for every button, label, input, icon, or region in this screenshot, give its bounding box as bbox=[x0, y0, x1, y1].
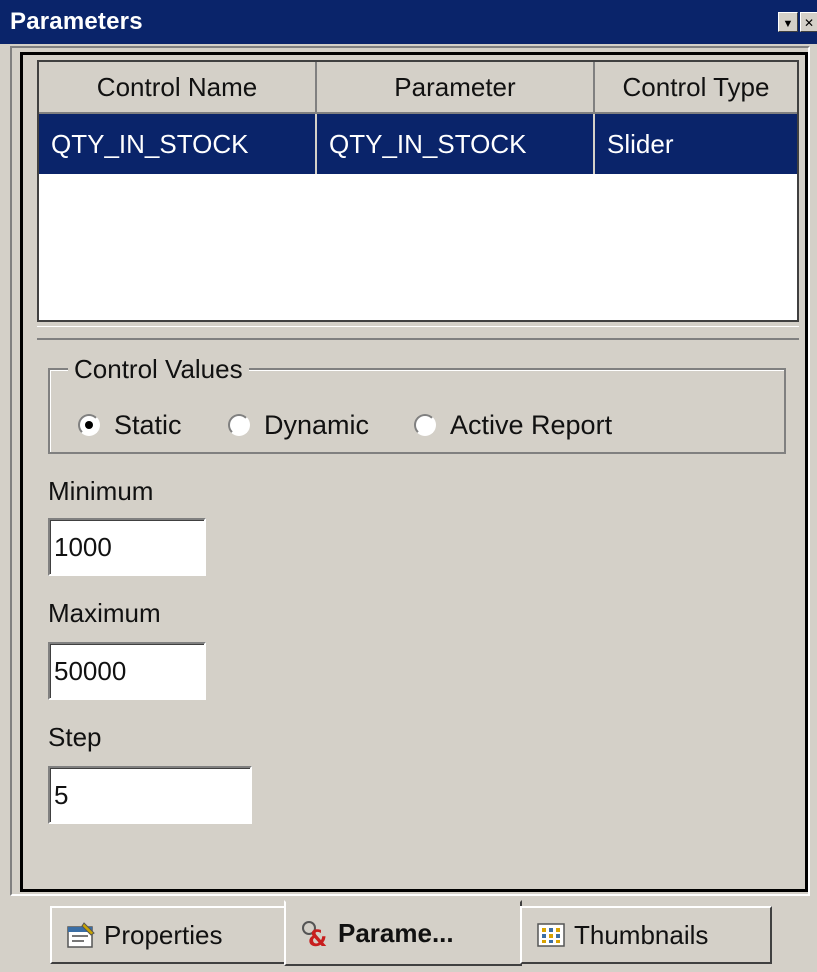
tab-thumbnails-label: Thumbnails bbox=[574, 919, 709, 950]
tab-parameters[interactable]: & Parame... bbox=[284, 900, 522, 966]
maximum-field[interactable]: 50000 bbox=[48, 642, 206, 700]
control-values-legend: Control Values bbox=[68, 354, 249, 385]
maximum-label: Maximum bbox=[48, 598, 161, 628]
radio-static-label: Static bbox=[114, 409, 182, 440]
tab-parameters-label: Parame... bbox=[338, 917, 454, 948]
thumbnails-icon bbox=[536, 921, 566, 949]
dropdown-arrow-icon: ▼ bbox=[782, 18, 794, 30]
step-label: Step bbox=[48, 722, 102, 752]
minimum-label: Minimum bbox=[48, 476, 154, 506]
cell-control-name: QTY_IN_STOCK bbox=[39, 114, 317, 174]
column-header-control-type[interactable]: Control Type bbox=[595, 62, 797, 114]
column-header-parameter[interactable]: Parameter bbox=[317, 62, 595, 114]
pin-button[interactable]: ▼ bbox=[778, 12, 798, 32]
tab-strip: Properties & Parame... Thumbnails bbox=[0, 898, 817, 972]
radio-static[interactable]: Static bbox=[78, 408, 182, 442]
parameters-icon: & bbox=[300, 919, 330, 952]
cell-parameter: QTY_IN_STOCK bbox=[317, 114, 595, 174]
step-field[interactable]: 5 bbox=[48, 766, 252, 824]
svg-text:&: & bbox=[308, 927, 327, 947]
cell-control-type: Slider bbox=[607, 128, 674, 159]
radio-unselected-icon bbox=[414, 414, 436, 436]
panel-title: Parameters bbox=[10, 8, 143, 35]
radio-unselected-icon bbox=[228, 414, 250, 436]
properties-icon bbox=[66, 921, 96, 949]
table-row[interactable]: QTY_IN_STOCK QTY_IN_STOCK Slider bbox=[39, 114, 797, 174]
radio-selected-icon bbox=[78, 414, 100, 436]
radio-dynamic[interactable]: Dynamic bbox=[228, 408, 369, 442]
close-button[interactable]: ✕ bbox=[800, 12, 817, 32]
tab-thumbnails[interactable]: Thumbnails bbox=[520, 906, 772, 964]
column-header-control-name[interactable]: Control Name bbox=[39, 62, 317, 114]
radio-dynamic-label: Dynamic bbox=[264, 409, 370, 440]
splitter[interactable] bbox=[37, 326, 799, 340]
tab-properties-label: Properties bbox=[104, 919, 223, 950]
parameters-grid[interactable]: Control Name Parameter Control Type QTY_… bbox=[37, 60, 799, 322]
minimum-field[interactable]: 1000 bbox=[48, 518, 206, 576]
tab-properties[interactable]: Properties bbox=[50, 906, 286, 964]
title-bar: Parameters ▼ ✕ bbox=[0, 0, 817, 46]
radio-active-report-label: Active Report bbox=[450, 409, 613, 440]
close-icon: ✕ bbox=[803, 16, 815, 30]
radio-active-report[interactable]: Active Report bbox=[414, 408, 612, 442]
